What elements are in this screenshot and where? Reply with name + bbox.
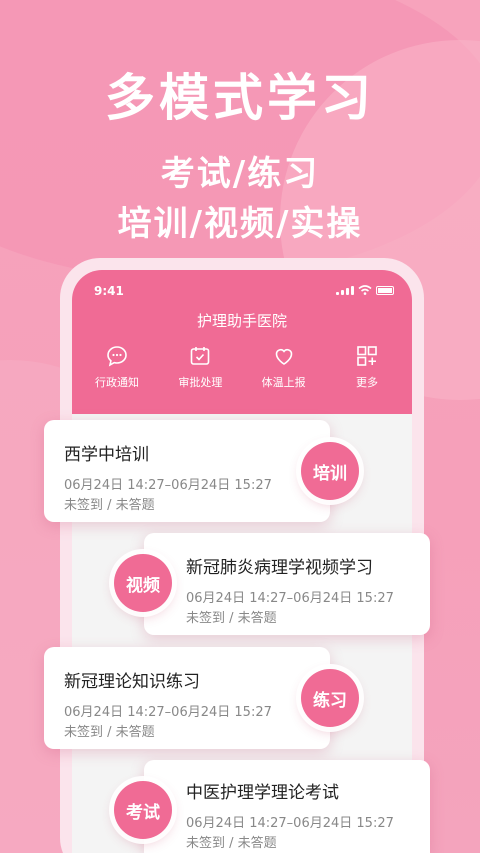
grid-plus-icon [357,346,377,366]
task-status: 未签到 / 未答题 [64,498,155,513]
task-time: 06月24日 14:27–06月24日 15:27 [64,705,272,720]
quick-action-label: 更多 [355,376,378,389]
task-status: 未签到 / 未答题 [186,836,277,851]
system-icons [336,285,394,295]
heart-icon [275,349,292,365]
app-header: 9:41 护理助手医院 行政通知 审批处理 体温上报 更多 [72,270,412,414]
task-status: 未签到 / 未答题 [64,725,155,740]
battery-icon [376,286,394,295]
task-title: 西学中培训 [64,445,149,465]
task-card-video[interactable]: 新冠肺炎病理学视频学习 06月24日 14:27–06月24日 15:27 未签… [144,533,430,635]
signal-icon [336,286,354,295]
quick-actions: 行政通知 审批处理 体温上报 更多 [78,344,406,390]
quick-action-label: 审批处理 [178,376,223,389]
calendar-check-icon [191,347,210,365]
app-title: 护理助手医院 [196,312,287,330]
hero-subtitle-2: 培训/视频/实操 [117,204,363,244]
quick-action-approval[interactable]: 审批处理 [161,344,239,390]
badge-practice: 练习 [301,669,359,727]
badge-exam: 考试 [114,781,172,839]
status-bar: 9:41 [94,284,394,300]
task-card-practice[interactable]: 新冠理论知识练习 06月24日 14:27–06月24日 15:27 未签到 /… [44,647,330,749]
task-time: 06月24日 14:27–06月24日 15:27 [64,478,272,493]
task-time: 06月24日 14:27–06月24日 15:27 [186,591,394,606]
wifi-icon [358,285,372,295]
badge-training: 培训 [301,442,359,500]
badge-video: 视频 [114,554,172,612]
chat-bubble-icon [107,346,127,367]
hero-title: 多模式学习 [105,69,375,127]
task-title: 中医护理学理论考试 [186,783,339,803]
task-card-exam[interactable]: 中医护理学理论考试 06月24日 14:27–06月24日 15:27 未签到 … [144,760,430,853]
quick-action-admin-notice[interactable]: 行政通知 [78,344,156,390]
task-card-training[interactable]: 西学中培训 06月24日 14:27–06月24日 15:27 未签到 / 未答… [44,420,330,522]
task-time: 06月24日 14:27–06月24日 15:27 [186,816,394,831]
task-title: 新冠理论知识练习 [64,672,200,692]
quick-action-more[interactable]: 更多 [328,344,406,390]
status-time: 9:41 [94,284,124,298]
quick-action-temperature[interactable]: 体温上报 [245,344,323,390]
hero-subtitle-1: 考试/练习 [160,154,320,194]
task-status: 未签到 / 未答题 [186,611,277,626]
quick-action-label: 行政通知 [95,376,139,389]
task-title: 新冠肺炎病理学视频学习 [186,558,373,578]
quick-action-label: 体温上报 [261,376,306,389]
